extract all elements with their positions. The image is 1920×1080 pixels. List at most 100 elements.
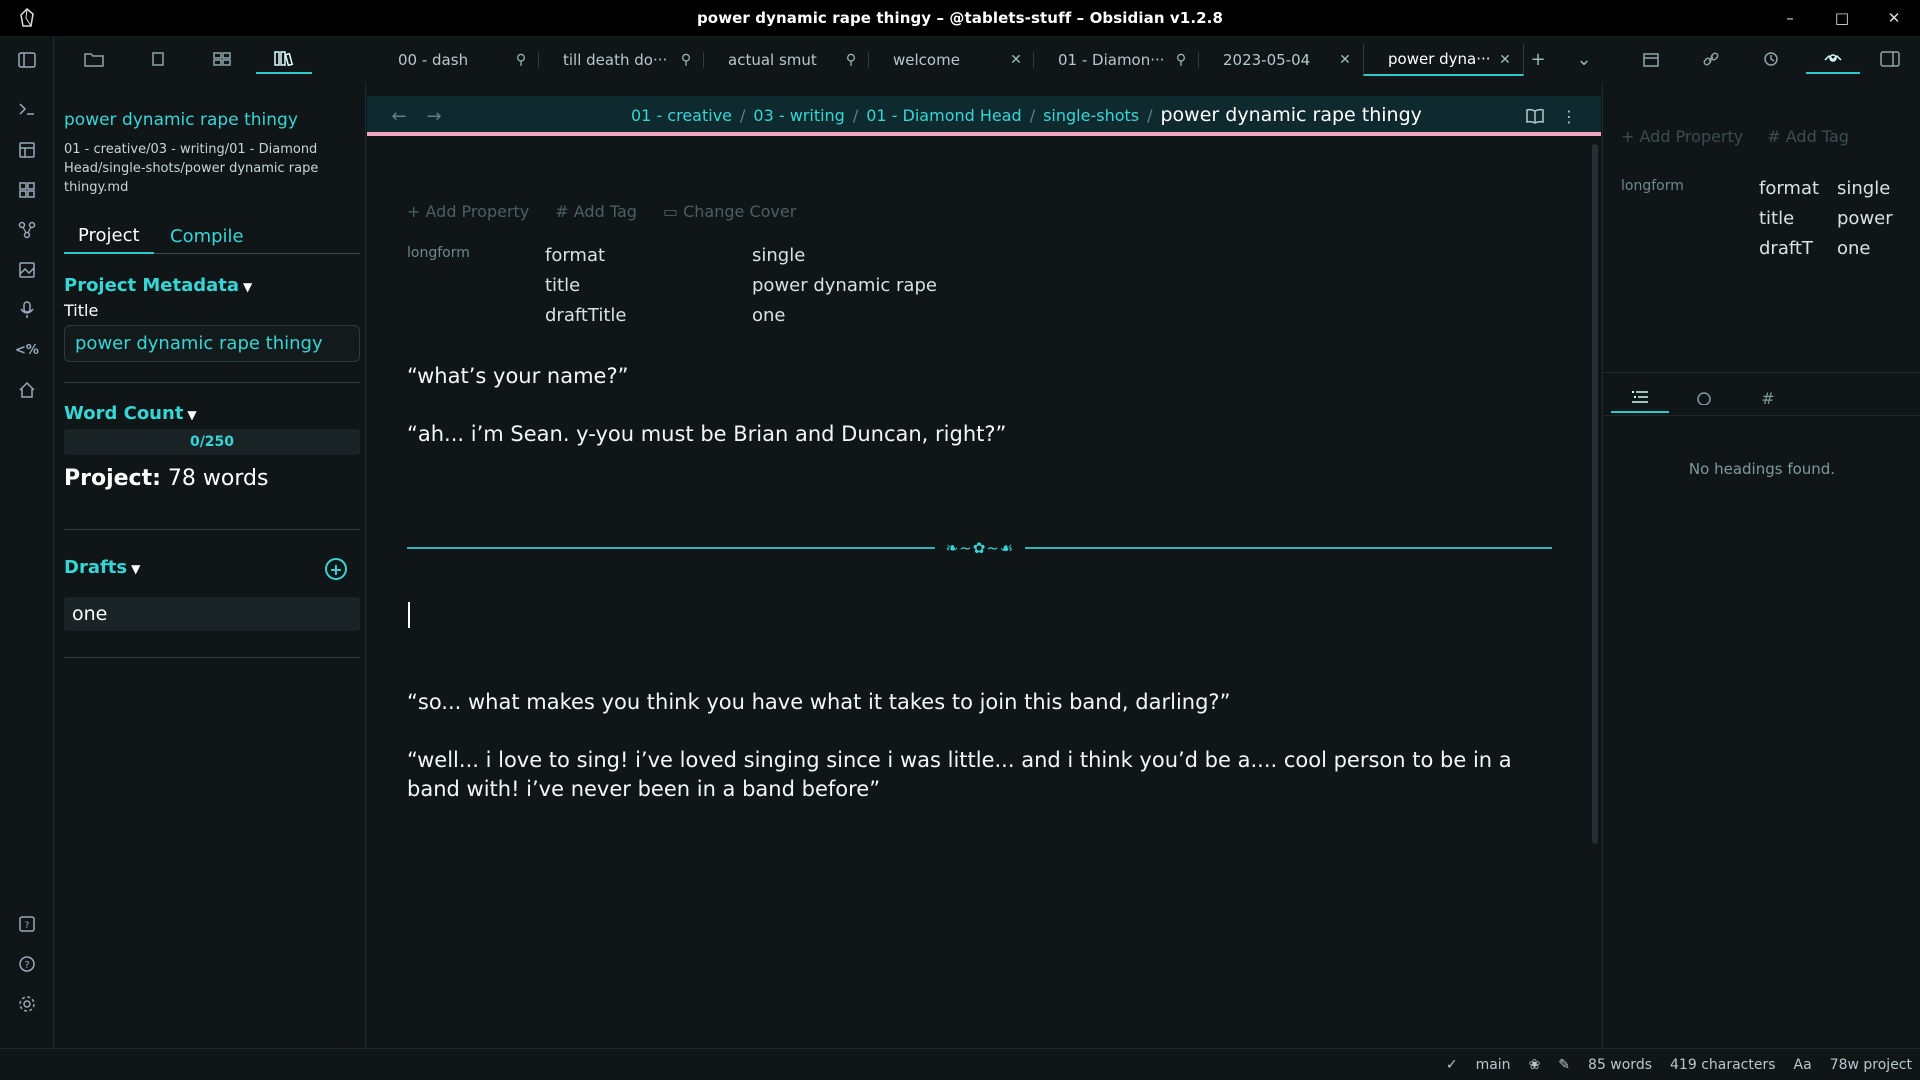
properties-actions: + Add Property # Add Tag ▭ Change Cover <box>407 202 796 221</box>
property-key[interactable]: title <box>1759 208 1821 229</box>
pin-icon[interactable]: ⚲ <box>843 52 859 68</box>
draft-item[interactable]: one <box>64 597 360 631</box>
change-cover-button[interactable]: ▭ Change Cover <box>663 202 796 221</box>
git-branch[interactable]: main <box>1476 1057 1511 1073</box>
ornament-icon: ❧~✿~☙ <box>945 539 1015 557</box>
property-value[interactable]: power d <box>1837 208 1897 229</box>
vault-switcher-icon[interactable]: ? <box>15 912 39 936</box>
breadcrumb-item[interactable]: 01 - Diamond Head <box>866 106 1021 125</box>
longform-icon[interactable] <box>256 44 312 74</box>
title-label: Title <box>64 301 99 320</box>
tab-project[interactable]: Project <box>64 218 154 254</box>
property-value[interactable]: single <box>1837 178 1897 199</box>
microphone-icon[interactable] <box>15 298 39 322</box>
property-key[interactable]: draftT <box>1759 238 1821 259</box>
tab-list-chevron-down-icon[interactable]: ⌄ <box>1568 44 1600 74</box>
project-title-input[interactable]: power dynamic rape thingy <box>64 325 360 362</box>
add-tag-button[interactable]: # Add Tag <box>1767 127 1849 146</box>
property-group-label: longform <box>407 245 470 261</box>
property-key[interactable]: draftTitle <box>545 305 627 326</box>
close-icon[interactable]: ✕ <box>1008 52 1024 68</box>
maximize-button[interactable]: □ <box>1816 0 1868 36</box>
add-tag-button[interactable]: # Add Tag <box>555 202 637 221</box>
property-value[interactable]: one <box>1837 238 1897 259</box>
graph-view-icon[interactable] <box>15 218 39 242</box>
backlinks-icon[interactable] <box>1684 44 1738 74</box>
templater-icon[interactable]: <% <box>15 338 39 362</box>
back-arrow-icon[interactable]: ← <box>387 104 411 128</box>
property-value[interactable]: one <box>752 305 942 326</box>
property-value[interactable]: power dynamic rape thi <box>752 275 942 296</box>
tab-power-dynamic[interactable]: power dyna··· ✕ <box>1363 44 1524 76</box>
search-icon[interactable] <box>1675 383 1733 413</box>
longform-right-icon[interactable] <box>1806 44 1860 74</box>
window-title: power dynamic rape thingy – @tablets-stu… <box>696 9 1224 27</box>
file-explorer-icon[interactable] <box>66 44 122 74</box>
breadcrumb-item[interactable]: single-shots <box>1043 106 1139 125</box>
editor-scrollbar[interactable] <box>1592 144 1598 844</box>
tab-till-death[interactable]: till death do··· ⚲ <box>539 44 704 76</box>
add-property-button[interactable]: + Add Property <box>1621 127 1743 146</box>
window-controls: – □ ✕ <box>1764 0 1920 36</box>
toggle-right-sidebar-icon[interactable] <box>1866 44 1914 74</box>
help-icon[interactable]: ? <box>15 952 39 976</box>
close-icon[interactable]: ✕ <box>1497 52 1513 68</box>
font-toggle[interactable]: Aa <box>1794 1057 1812 1073</box>
properties-actions: + Add Property # Add Tag <box>1621 127 1849 146</box>
caret-down-icon: ▼ <box>187 408 197 422</box>
tab-00-dash[interactable]: 00 - dash ⚲ <box>374 44 539 76</box>
add-draft-plus-icon[interactable]: + <box>325 558 347 580</box>
pin-icon[interactable]: ⚲ <box>1173 52 1189 68</box>
settings-gear-icon[interactable] <box>15 992 39 1016</box>
drafts-heading[interactable]: Drafts ▼ <box>64 557 140 578</box>
grid-view-icon[interactable] <box>194 44 250 74</box>
home-icon[interactable] <box>15 378 39 402</box>
text-paragraph[interactable]: “so... what makes you think you have wha… <box>407 688 1552 717</box>
add-property-button[interactable]: + Add Property <box>407 202 529 221</box>
text-paragraph[interactable]: “well... i love to sing! i’ve loved sing… <box>407 746 1552 804</box>
pin-icon[interactable]: ⚲ <box>513 52 529 68</box>
tab-diamond-head[interactable]: 01 - Diamon··· ⚲ <box>1034 44 1199 76</box>
breadcrumb-current-file[interactable]: power dynamic rape thingy <box>1161 104 1422 126</box>
tags-hash-icon[interactable]: # <box>1739 383 1797 413</box>
property-key[interactable]: title <box>545 275 580 296</box>
word-count-heading[interactable]: Word Count ▼ <box>64 403 197 424</box>
project-word-count-status: 78w project <box>1829 1056 1912 1073</box>
text-paragraph[interactable]: “what’s your name?” <box>407 362 1552 391</box>
templates-icon[interactable] <box>15 138 39 162</box>
breadcrumb-item[interactable]: 01 - creative <box>631 106 732 125</box>
new-tab-plus-icon[interactable]: + <box>1522 44 1554 74</box>
image-icon[interactable] <box>15 258 39 282</box>
pin-icon[interactable]: ⚲ <box>678 52 694 68</box>
sync-check-icon[interactable]: ✓ <box>1446 1057 1458 1073</box>
canvas-icon[interactable] <box>15 178 39 202</box>
breadcrumb-item[interactable]: 03 - writing <box>753 106 844 125</box>
reading-view-book-icon[interactable] <box>1523 104 1547 128</box>
tab-welcome[interactable]: welcome ✕ <box>869 44 1034 76</box>
forward-arrow-icon[interactable]: → <box>422 104 446 128</box>
text-paragraph[interactable]: “ah... i’m Sean. y-you must be Brian and… <box>407 420 1552 449</box>
outline-list-icon[interactable] <box>1611 383 1669 413</box>
tab-2023-05-04[interactable]: 2023-05-04 ✕ <box>1199 44 1363 76</box>
property-value[interactable]: single <box>752 245 942 266</box>
project-title[interactable]: power dynamic rape thingy <box>64 110 298 130</box>
editor-pane: ← → 01 - creative/ 03 - writing/ 01 - Di… <box>367 82 1601 1048</box>
project-metadata-heading[interactable]: Project Metadata ▼ <box>64 275 252 296</box>
close-window-button[interactable]: ✕ <box>1868 0 1920 36</box>
tab-bar: 00 - dash ⚲ till death do··· ⚲ actual sm… <box>54 36 1920 82</box>
toggle-left-sidebar-icon[interactable] <box>15 48 39 72</box>
plugin-icon[interactable]: ❀ <box>1529 1057 1541 1073</box>
edit-pencil-icon[interactable]: ✎ <box>1558 1057 1570 1073</box>
minimize-button[interactable]: – <box>1764 0 1816 36</box>
project-word-count: Project: 78 words <box>64 466 269 491</box>
property-key[interactable]: format <box>545 245 605 266</box>
more-options-icon[interactable]: ⋮ <box>1557 104 1581 128</box>
property-key[interactable]: format <box>1759 178 1821 199</box>
bookmark-icon[interactable] <box>130 44 186 74</box>
calendar-icon[interactable] <box>1624 44 1678 74</box>
tab-compile[interactable]: Compile <box>156 218 258 254</box>
command-palette-icon[interactable] <box>15 97 39 121</box>
tab-actual-smut[interactable]: actual smut ⚲ <box>704 44 869 76</box>
close-icon[interactable]: ✕ <box>1337 52 1353 68</box>
history-icon[interactable] <box>1744 44 1798 74</box>
